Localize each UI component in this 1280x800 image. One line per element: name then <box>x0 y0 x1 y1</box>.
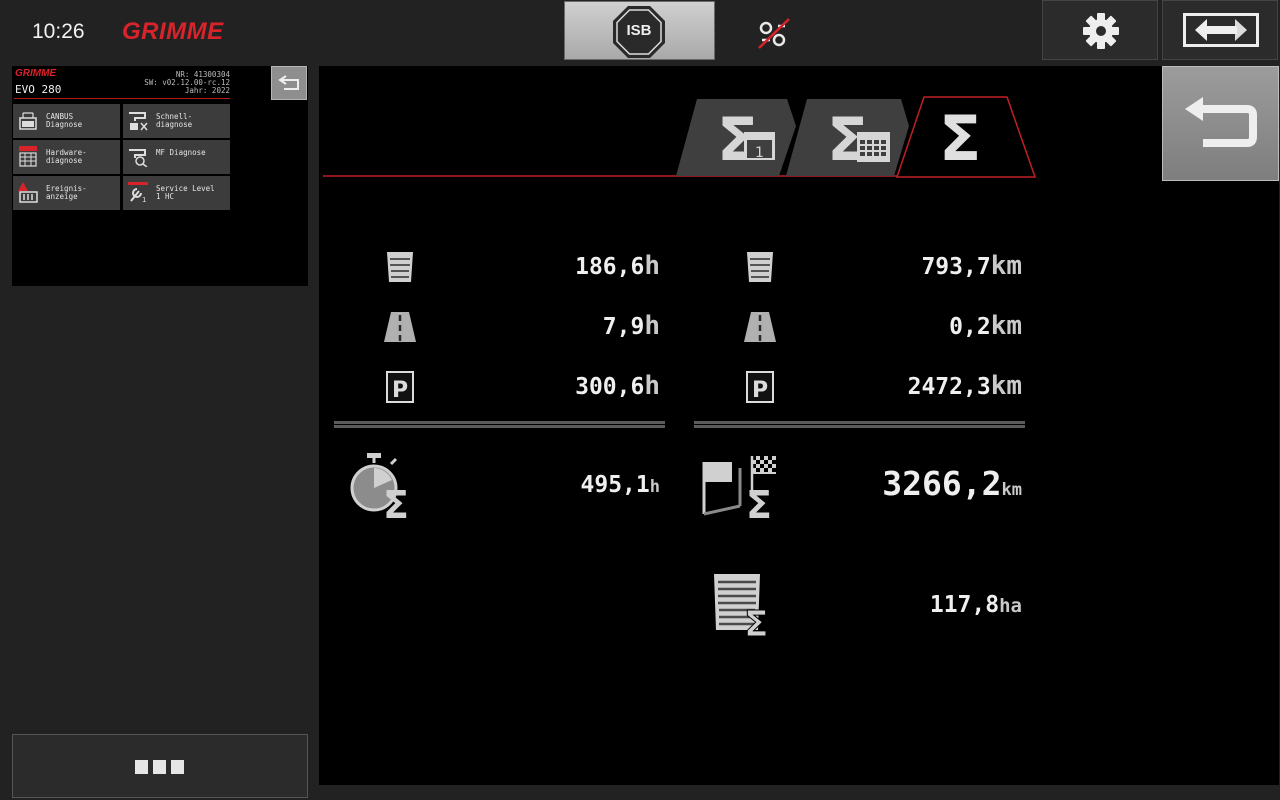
quick-diagnose-icon <box>129 112 148 131</box>
hours-road-number: 7,9 <box>602 314 645 340</box>
hours-parking-unit: h <box>644 371 660 401</box>
canbus-icon <box>19 112 37 130</box>
distance-road-value: 0,2km <box>859 311 1022 341</box>
back-arrow-icon <box>1185 97 1257 147</box>
stopwatch-sum-icon: Σ <box>350 453 409 520</box>
tab-sum-calendar[interactable]: Σ <box>786 99 909 176</box>
distance-parking-unit: km <box>990 371 1022 401</box>
hours-total-value: 495,1h <box>548 472 661 498</box>
mini-model-name: EVO 280 <box>15 83 62 96</box>
back-arrow-icon <box>278 75 299 90</box>
hours-parking-value: 300,6h <box>548 371 660 401</box>
tile-service-level[interactable]: 1 Service Level 1 HC <box>123 176 230 210</box>
mini-year: Jahr: 2022 <box>184 86 230 95</box>
svg-text:P: P <box>752 378 768 403</box>
distance-parking-value: 2472,3km <box>859 371 1022 401</box>
tile-event-display-label: Ereignis- anzeige <box>46 184 87 201</box>
tile-canbus-label: CANBUS Diagnose <box>46 112 83 129</box>
distance-field-value: 793,7km <box>859 251 1022 281</box>
area-total-unit: ha <box>999 595 1022 617</box>
tile-mf-diagnose[interactable]: MF Diagnose <box>123 140 230 174</box>
hours-road-value: 7,9h <box>548 311 660 341</box>
tile-event-display[interactable]: Ereignis- anzeige <box>13 176 120 210</box>
hours-field-number: 186,6 <box>575 254 645 280</box>
implement-disconnected-icon <box>756 16 792 54</box>
tile-mf-diagnose-label: MF Diagnose <box>156 148 206 157</box>
distance-road-unit: km <box>990 311 1022 341</box>
distance-total-unit: km <box>1001 480 1022 500</box>
area-total-value: 117,8ha <box>859 592 1022 618</box>
back-button[interactable] <box>1162 66 1279 181</box>
more-dot-icon <box>153 760 166 774</box>
flags-sum-icon: Σ <box>702 456 776 520</box>
mini-machine-info: NR: 41300304 SW: v02.12.00-rc.12 Jahr: 2… <box>120 71 230 95</box>
mini-divider <box>14 98 230 99</box>
distance-total-number: 3266,2 <box>882 464 1002 503</box>
area-total-number: 117,8 <box>929 592 1000 618</box>
mini-grimme-logo: GRIMME <box>15 68 57 79</box>
grimme-logo: GRIMME <box>122 18 224 45</box>
hours-road-unit: h <box>644 311 660 341</box>
svg-text:Σ: Σ <box>939 102 981 175</box>
statistics-panel: Σ 1 Σ Σ 186,6h 7,9h P 300,6h Σ 495,1h 79… <box>319 66 1279 785</box>
isb-label: ISB <box>626 22 652 39</box>
tile-service-level-label: Service Level 1 HC <box>156 184 215 201</box>
area-sum-icon: Σ <box>714 574 769 638</box>
distance-parking-number: 2472,3 <box>907 374 991 400</box>
hours-total-unit: h <box>649 477 660 497</box>
tile-canbus-diagnose[interactable]: CANBUS Diagnose <box>13 104 120 138</box>
distance-field-number: 793,7 <box>921 254 991 280</box>
more-dot-icon <box>135 760 148 774</box>
hours-field-unit: h <box>644 251 660 281</box>
tile-quick-diagnose-label: Schnell- diagnose <box>156 112 193 129</box>
hours-field-value: 186,6h <box>548 251 660 281</box>
clock: 10:26 <box>32 20 85 43</box>
gear-icon <box>1083 13 1119 49</box>
distance-divider <box>694 421 1025 428</box>
road-icon <box>384 312 416 342</box>
tab-day-number: 1 <box>755 145 764 161</box>
field-icon <box>747 252 773 282</box>
tab-sum-total[interactable]: Σ <box>895 96 1037 178</box>
svg-text:Σ: Σ <box>746 483 772 520</box>
mini-diagnose-panel: GRIMME EVO 280 NR: 41300304 SW: v02.12.0… <box>12 66 308 286</box>
svg-text:P: P <box>392 378 408 403</box>
hours-parking-number: 300,6 <box>575 374 645 400</box>
hours-divider <box>334 421 665 428</box>
service-wrench-icon: 1 <box>128 182 148 203</box>
event-display-icon <box>18 182 38 203</box>
hardware-diagnose-icon <box>19 146 37 167</box>
tile-hardware-diagnose[interactable]: Hardware- diagnose <box>13 140 120 174</box>
mf-diagnose-icon <box>129 149 148 167</box>
mini-back-button[interactable] <box>271 66 307 100</box>
more-dot-icon <box>171 760 184 774</box>
distance-total-value: 3266,2km <box>829 464 1022 503</box>
screen-swap-button[interactable] <box>1162 0 1278 60</box>
field-icon <box>387 252 413 282</box>
hours-total-number: 495,1 <box>580 472 650 498</box>
tab-strip: Σ 1 Σ Σ <box>323 96 1037 178</box>
parking-icon: P <box>386 371 414 403</box>
isb-button[interactable]: ISB <box>564 1 715 60</box>
settings-button[interactable] <box>1042 0 1158 60</box>
svg-text:Σ: Σ <box>383 483 409 520</box>
road-icon <box>744 312 776 342</box>
swap-arrows-icon <box>1183 13 1259 47</box>
more-button[interactable] <box>12 734 308 798</box>
tab-sum-day[interactable]: Σ 1 <box>676 99 796 176</box>
svg-text:Σ: Σ <box>744 604 769 638</box>
distance-road-number: 0,2 <box>949 314 991 340</box>
tile-hardware-diagnose-label: Hardware- diagnose <box>46 148 87 165</box>
tile-quick-diagnose[interactable]: Schnell- diagnose <box>123 104 230 138</box>
svg-text:1: 1 <box>142 196 146 203</box>
distance-field-unit: km <box>990 251 1022 281</box>
parking-icon: P <box>746 371 774 403</box>
